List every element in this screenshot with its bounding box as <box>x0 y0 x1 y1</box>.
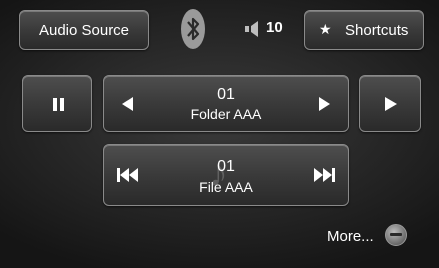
folder-number: 01 <box>217 86 235 103</box>
volume-level: 10 <box>266 19 283 36</box>
play-icon <box>385 97 397 111</box>
more-button-icon[interactable] <box>385 224 407 246</box>
shortcuts-button[interactable]: ★ Shortcuts <box>304 10 424 50</box>
bluetooth-icon <box>181 9 205 49</box>
skip-forward-icon[interactable] <box>313 168 335 182</box>
file-name: File AAA <box>199 179 253 195</box>
file-selector: ♪ 01 File AAA <box>103 144 349 206</box>
folder-name: Folder AAA <box>190 106 262 122</box>
pause-icon <box>53 98 64 111</box>
more-label[interactable]: More... <box>327 228 374 245</box>
volume-icon <box>245 21 258 37</box>
audio-source-label: Audio Source <box>38 22 130 39</box>
folder-next-icon[interactable] <box>319 97 330 111</box>
play-button[interactable] <box>359 75 421 132</box>
star-icon: ★ <box>319 21 332 37</box>
folder-selector: 01 Folder AAA <box>103 75 349 132</box>
file-number: 01 <box>217 158 235 175</box>
audio-source-button[interactable]: Audio Source <box>19 10 149 50</box>
pause-button[interactable] <box>22 75 92 132</box>
shortcuts-label: Shortcuts <box>345 22 409 39</box>
